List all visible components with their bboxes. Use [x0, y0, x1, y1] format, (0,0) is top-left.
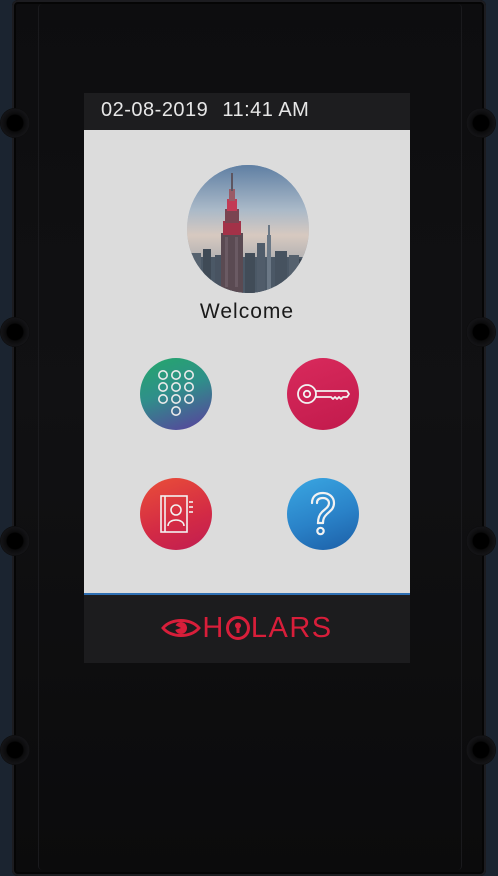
keypad-button[interactable]: [140, 358, 212, 430]
brand-logo: H LARS: [84, 611, 410, 645]
screw-left-2: [0, 317, 30, 347]
brand-o-icon: [225, 616, 250, 640]
status-time: 11:41 AM: [222, 99, 310, 121]
help-button[interactable]: [287, 478, 359, 550]
brand-text-lars: LARS: [250, 612, 333, 644]
welcome-text: Welcome: [199, 300, 295, 323]
screw-right-4: [466, 735, 496, 765]
status-bar: 02-08-2019 11:41 AM: [84, 93, 410, 130]
city-skyline-image: [187, 165, 309, 293]
contact-book-icon: [160, 495, 193, 533]
screw-right-3: [466, 526, 496, 556]
screw-left-1: [0, 108, 30, 138]
footer-bar: H LARS: [84, 593, 410, 663]
status-date: 02-08-2019: [101, 99, 209, 121]
keypad-icon: [158, 370, 194, 416]
main-screen: Welcome: [84, 130, 410, 593]
question-mark-icon: [310, 491, 336, 536]
screw-left-3: [0, 526, 30, 556]
directory-button[interactable]: [140, 478, 212, 550]
eye-logo-icon: [161, 619, 202, 637]
key-icon: [297, 384, 350, 404]
screw-right-1: [466, 108, 496, 138]
screw-left-4: [0, 735, 30, 765]
screw-right-2: [466, 317, 496, 347]
key-button[interactable]: [287, 358, 359, 430]
brand-text-h: H: [202, 612, 225, 644]
welcome-photo: [187, 165, 309, 293]
